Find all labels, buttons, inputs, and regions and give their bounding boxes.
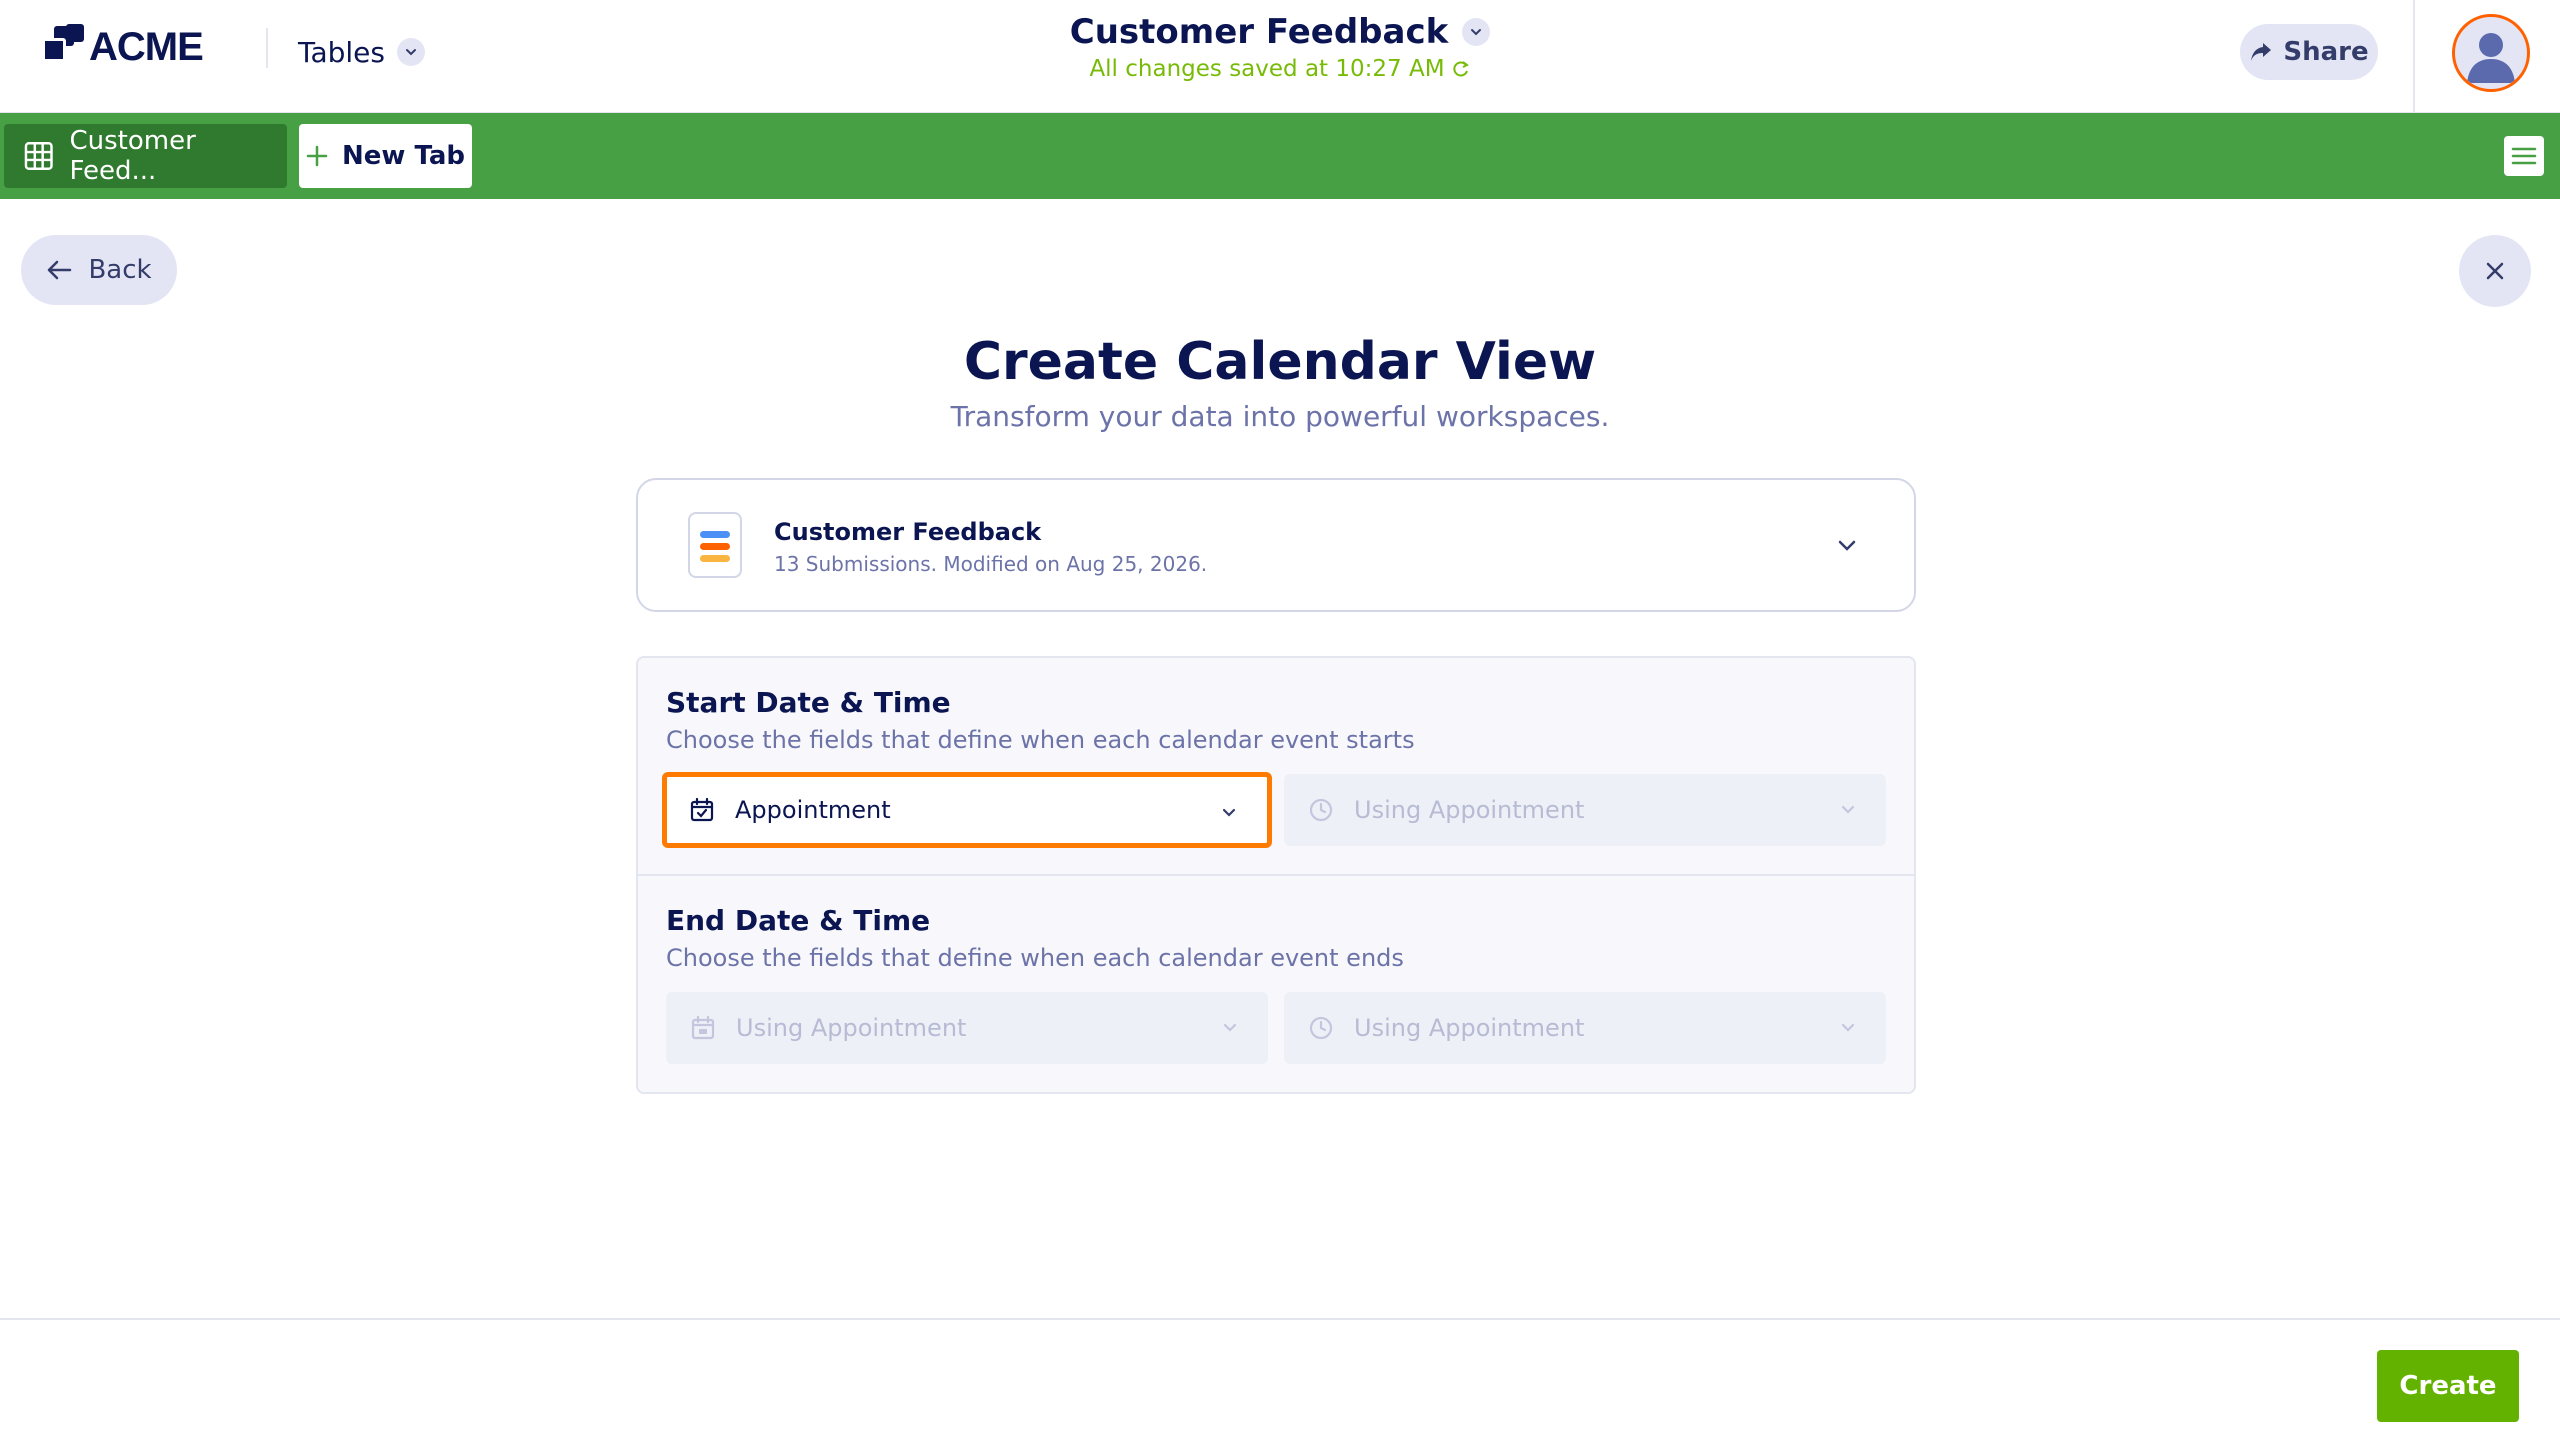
source-table-meta: 13 Submissions. Modified on Aug 25, 2026… xyxy=(774,552,1208,576)
tab-label: Customer Feed... xyxy=(69,126,196,186)
start-time-field-select[interactable]: Using Appointment xyxy=(1284,774,1886,846)
share-button[interactable]: Share xyxy=(2240,24,2378,80)
product-switcher-label: Tables xyxy=(298,35,385,69)
back-label: Back xyxy=(88,255,152,285)
header-vertical-divider xyxy=(2413,0,2415,113)
source-table-selector[interactable]: Customer Feedback 13 Submissions. Modifi… xyxy=(636,478,1916,612)
table-grid-icon xyxy=(24,142,53,170)
calendar-check-icon xyxy=(690,797,714,822)
chevron-down-icon xyxy=(1223,1023,1237,1032)
share-icon xyxy=(2251,43,2272,61)
tab-menu-button[interactable] xyxy=(2504,136,2544,176)
chevron-down-icon xyxy=(1841,805,1855,814)
form-list-icon xyxy=(688,512,742,578)
end-section-description: Choose the fields that define when each … xyxy=(666,944,1404,972)
end-time-field-value: Using Appointment xyxy=(1354,1014,1585,1042)
brand-name: ACME xyxy=(89,24,204,69)
start-date-field-select[interactable]: Appointment xyxy=(662,772,1272,848)
user-icon xyxy=(2467,33,2515,83)
close-icon xyxy=(2486,262,2504,280)
end-time-field-select[interactable]: Using Appointment xyxy=(1284,992,1886,1064)
create-button[interactable]: Create xyxy=(2377,1350,2519,1422)
user-avatar[interactable] xyxy=(2452,14,2530,92)
acme-logo-icon xyxy=(40,24,86,70)
document-title-text: Customer Feedback xyxy=(1069,12,1449,52)
plus-icon xyxy=(306,145,328,167)
chevron-down-icon xyxy=(1841,1023,1855,1032)
chevron-down-icon xyxy=(1838,540,1856,551)
start-date-field-value: Appointment xyxy=(735,796,891,824)
close-button[interactable] xyxy=(2459,235,2531,307)
save-status: All changes saved at 10:27 AM xyxy=(900,56,1660,82)
chevron-down-icon xyxy=(397,38,425,66)
back-button[interactable]: Back xyxy=(21,235,177,305)
end-date-section: End Date & Time Choose the fields that d… xyxy=(638,876,1914,1094)
chevron-down-icon xyxy=(1222,808,1236,817)
start-section-description: Choose the fields that define when each … xyxy=(666,726,1415,754)
arrow-left-icon xyxy=(48,260,72,280)
new-tab-label: New Tab xyxy=(341,141,465,171)
save-status-text: All changes saved at 10:27 AM xyxy=(1089,56,1445,82)
document-title-area: Customer Feedback All changes saved at 1… xyxy=(900,12,1660,82)
clock-icon xyxy=(1309,1016,1333,1040)
header-divider xyxy=(266,28,268,68)
share-label: Share xyxy=(2283,37,2369,67)
tab-bar: Customer Feed... New Tab xyxy=(0,113,2560,199)
source-table-name: Customer Feedback xyxy=(774,518,1042,546)
chevron-down-icon xyxy=(1462,18,1491,46)
top-header: ACME Tables Customer Feedback All change… xyxy=(0,0,2560,113)
clock-icon xyxy=(1309,798,1333,822)
calendar-icon xyxy=(691,1015,715,1040)
start-date-section: Start Date & Time Choose the fields that… xyxy=(638,658,1914,876)
date-settings-panel: Start Date & Time Choose the fields that… xyxy=(636,656,1916,1094)
page-subtitle: Transform your data into powerful worksp… xyxy=(950,400,1610,433)
acme-logo[interactable]: ACME xyxy=(40,24,204,70)
end-section-title: End Date & Time xyxy=(666,904,931,937)
product-switcher[interactable]: Tables xyxy=(298,30,425,74)
new-tab-button[interactable]: New Tab xyxy=(299,124,472,188)
document-title[interactable]: Customer Feedback xyxy=(1069,12,1491,52)
tab-customer-feedback[interactable]: Customer Feed... xyxy=(4,124,287,188)
start-time-field-value: Using Appointment xyxy=(1354,796,1585,824)
refresh-icon xyxy=(1452,61,1469,77)
start-section-title: Start Date & Time xyxy=(666,686,951,719)
footer-bar: Create xyxy=(0,1318,2560,1440)
page-title: Create Calendar View xyxy=(963,332,1597,392)
end-date-field-select[interactable]: Using Appointment xyxy=(666,992,1268,1064)
end-date-field-value: Using Appointment xyxy=(736,1014,967,1042)
hamburger-menu-icon xyxy=(2511,147,2537,165)
